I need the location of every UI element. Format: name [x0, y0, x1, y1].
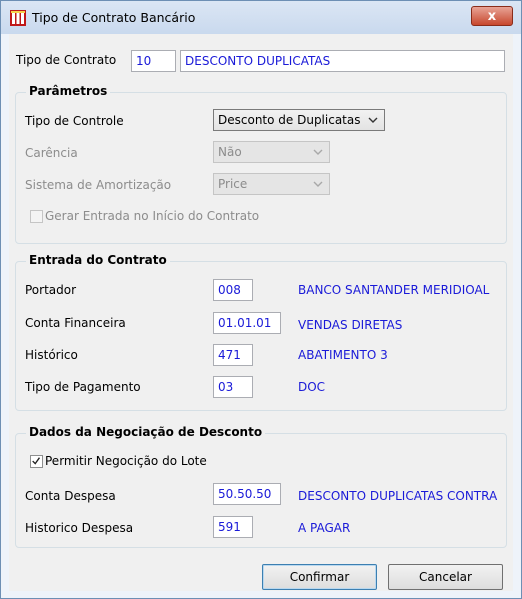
negociacao-title: Dados da Negociação de Desconto [26, 425, 266, 439]
portador-code-input[interactable]: 008 [213, 279, 253, 301]
gerar-entrada-checkbox [30, 210, 43, 223]
amortizacao-label: Sistema de Amortização [25, 178, 172, 192]
carencia-select: Não [213, 141, 330, 163]
tipo-contrato-desc-input[interactable]: DESCONTO DUPLICATAS [180, 50, 505, 72]
amortizacao-value: Price [218, 177, 248, 191]
entrada-title: Entrada do Contrato [26, 253, 170, 267]
tipo-controle-select[interactable]: Desconto de Duplicatas [213, 109, 385, 131]
amortizacao-select: Price [213, 173, 330, 195]
tipo-contrato-code-input[interactable]: 10 [131, 50, 176, 72]
conta-financeira-code-input[interactable]: 01.01.01 [213, 312, 281, 334]
historico-despesa-code-input[interactable]: 591 [213, 516, 253, 538]
historico-code-input[interactable]: 471 [213, 344, 253, 366]
parametros-title: Parâmetros [26, 84, 111, 98]
conta-despesa-code-input[interactable]: 50.50.50 [213, 483, 281, 505]
conta-despesa-desc: DESCONTO DUPLICATAS CONTRA [298, 489, 498, 503]
close-icon: x [487, 9, 497, 24]
tipo-controle-value: Desconto de Duplicatas [218, 113, 361, 127]
tipo-controle-label: Tipo de Controle [25, 114, 124, 128]
historico-despesa-label: Historico Despesa [25, 521, 134, 535]
tipo-pagamento-label: Tipo de Pagamento [25, 380, 141, 394]
checkmark-icon [32, 457, 41, 465]
historico-desc: ABATIMENTO 3 [298, 348, 388, 362]
dialog-body: Tipo de Contrato 10 DESCONTO DUPLICATAS … [9, 34, 513, 591]
app-logo-icon [10, 10, 26, 26]
conta-despesa-label: Conta Despesa [25, 489, 116, 503]
close-button[interactable]: x [471, 6, 513, 26]
permitir-negociacao-checkbox[interactable] [30, 455, 43, 468]
tipo-pagamento-code-input[interactable]: 03 [213, 376, 253, 398]
chevron-down-icon [368, 117, 378, 123]
permitir-negociacao-label: Permitir Negocição do Lote [45, 454, 207, 468]
gerar-entrada-label: Gerar Entrada no Início do Contrato [45, 209, 260, 223]
historico-despesa-desc: A PAGAR [298, 521, 351, 535]
historico-label: Histórico [25, 348, 78, 362]
chevron-down-icon [313, 181, 323, 187]
carencia-label: Carência [25, 146, 78, 160]
conta-financeira-desc: VENDAS DIRETAS [298, 318, 403, 332]
title-bar[interactable]: Tipo de Contrato Bancário x [1, 1, 521, 34]
cancel-button[interactable]: Cancelar [388, 564, 503, 590]
portador-label: Portador [25, 283, 77, 297]
confirm-button[interactable]: Confirmar [262, 564, 377, 590]
carencia-value: Não [218, 145, 242, 159]
chevron-down-icon [313, 149, 323, 155]
window-title: Tipo de Contrato Bancário [32, 10, 196, 25]
tipo-contrato-label: Tipo de Contrato [16, 53, 117, 67]
dialog-window: Tipo de Contrato Bancário x Tipo de Cont… [0, 0, 522, 599]
portador-desc: BANCO SANTANDER MERIDIOAL [298, 283, 490, 297]
conta-financeira-label: Conta Financeira [25, 316, 126, 330]
tipo-pagamento-desc: DOC [298, 380, 326, 394]
